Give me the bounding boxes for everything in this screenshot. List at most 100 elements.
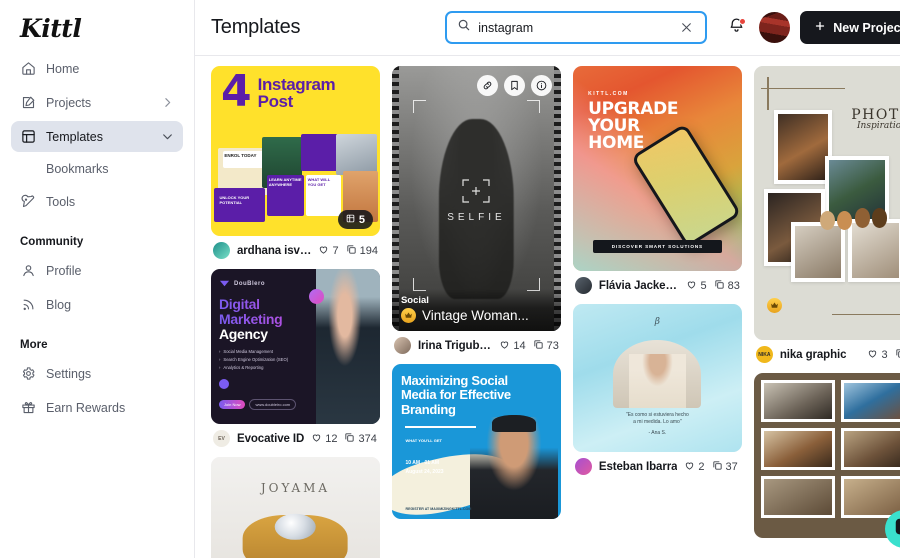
- grid-column-4: PHOTO Inspiration: [753, 66, 900, 538]
- likes-count: 5: [700, 279, 707, 292]
- card-thumbnail[interactable]: KITTL.COM UPGRADE YOUR HOME DISCOVER SMA…: [572, 66, 742, 271]
- artwork-photo-tile: [774, 109, 832, 184]
- author-name[interactable]: nika graphic: [780, 349, 847, 361]
- template-card-maximizing-social[interactable]: Maximizing Social Media for Effective Br…: [391, 364, 561, 519]
- new-project-button[interactable]: New Project: [800, 11, 900, 44]
- template-grid[interactable]: 4 Instagram Post ENROL TODAY UNLOCK YOUR …: [195, 56, 900, 558]
- likes-stat: 3: [867, 348, 888, 362]
- artwork-subtitle: Inspiration: [856, 121, 900, 132]
- author-name[interactable]: Esteban Ibarra: [599, 461, 678, 473]
- card-thumbnail[interactable]: SELFIE Social Vintage Woman...: [391, 66, 561, 331]
- link-icon[interactable]: [476, 75, 498, 96]
- author-avatar[interactable]: [213, 242, 230, 259]
- heart-icon: [867, 348, 878, 362]
- search-input[interactable]: [478, 20, 669, 35]
- template-card-brown-gallery[interactable]: [753, 373, 900, 538]
- author-name[interactable]: ardhana isvari: [237, 245, 311, 257]
- sidebar-item-label: Settings: [46, 366, 92, 381]
- author-avatar[interactable]: [574, 277, 592, 294]
- brand-logo[interactable]: Kittl: [11, 0, 183, 53]
- artwork-monogram: β: [654, 317, 660, 328]
- card-thumbnail[interactable]: β "Es como si estuviera hecho a mi medid…: [572, 304, 742, 452]
- sidebar-item-bookmarks[interactable]: Bookmarks: [11, 155, 183, 183]
- sidebar-item-projects[interactable]: Projects: [11, 87, 183, 118]
- sidebar-item-earn-rewards[interactable]: Earn Rewards: [11, 392, 183, 423]
- artwork-time: 10 AM - 01 AM: [405, 460, 439, 467]
- artwork-brown-gallery: [753, 373, 900, 538]
- author-name[interactable]: Evocative ID: [237, 433, 304, 445]
- card-thumbnail[interactable]: DouBlero Digital Marketing Agency › Socia…: [211, 269, 380, 424]
- author-avatar[interactable]: NIKA: [755, 346, 773, 363]
- sidebar-item-blog[interactable]: Blog: [11, 289, 183, 320]
- sidebar-item-label: Earn Rewards: [46, 400, 126, 415]
- artwork-quote-line2: a mi medida. Lo amo": [633, 419, 682, 426]
- artwork-label-enrol: ENROL TODAY: [222, 151, 267, 168]
- author-avatar[interactable]: [574, 458, 592, 475]
- sidebar-item-templates[interactable]: Templates: [11, 121, 183, 152]
- card-thumbnail[interactable]: Maximizing Social Media for Effective Br…: [391, 364, 561, 519]
- chevron-right-icon: [161, 96, 174, 109]
- artwork-maximizing-social: Maximizing Social Media for Effective Br…: [391, 364, 561, 519]
- artwork-quote-line1: "Es como si estuviera hecho: [625, 411, 689, 418]
- likes-count: 3: [881, 348, 888, 361]
- artwork-upgrade-home: KITTL.COM UPGRADE YOUR HOME DISCOVER SMA…: [572, 66, 742, 271]
- sidebar-item-settings[interactable]: Settings: [11, 358, 183, 389]
- artwork-title-3: Branding: [400, 401, 456, 417]
- clear-search-button[interactable]: [675, 17, 697, 39]
- sidebar-item-profile[interactable]: Profile: [11, 255, 183, 286]
- artwork-dot: [219, 379, 229, 390]
- artwork-photo-tile: [841, 428, 900, 470]
- user-icon: [20, 263, 36, 279]
- card-thumbnail[interactable]: PHOTO Inspiration: [753, 66, 900, 340]
- template-card-vintage-woman[interactable]: SELFIE Social Vintage Woman... Irina Tri…: [391, 66, 561, 354]
- template-card-esteban-quote[interactable]: β "Es como si estuviera hecho a mi medid…: [572, 304, 742, 475]
- rss-icon: [20, 297, 36, 313]
- author-avatar[interactable]: EV: [213, 430, 230, 447]
- author-name[interactable]: Flávia Jackeline: [599, 280, 680, 292]
- artwork-gem: [275, 513, 316, 540]
- author-name[interactable]: Irina Trigubova: [418, 340, 492, 352]
- sidebar: Kittl Home Projects Templates Bookmarks …: [0, 0, 195, 558]
- card-title: Vintage Woman...: [421, 308, 529, 323]
- artwork-title-2: Marketing: [219, 311, 308, 327]
- template-card-instagram-post[interactable]: 4 Instagram Post ENROL TODAY UNLOCK YOUR …: [211, 66, 380, 259]
- bookmark-icon[interactable]: [503, 75, 525, 96]
- artwork-title-1: Digital: [219, 297, 308, 312]
- artwork-bullet: Search Engine Optimization (SEO): [223, 357, 289, 363]
- sidebar-item-tools[interactable]: Tools: [11, 186, 183, 217]
- sidebar-item-home[interactable]: Home: [11, 53, 183, 84]
- grid-column-1: 4 Instagram Post ENROL TODAY UNLOCK YOUR …: [211, 66, 380, 558]
- card-thumbnail[interactable]: 4 Instagram Post ENROL TODAY UNLOCK YOUR …: [211, 66, 380, 236]
- artwork-kicker: WHAT YOU'LL GET: [405, 438, 442, 444]
- card-thumbnail[interactable]: JOYAMA: [211, 457, 380, 558]
- copies-stat: 194: [346, 244, 378, 258]
- card-hover-actions[interactable]: [476, 75, 552, 96]
- copy-icon: [533, 339, 544, 353]
- notifications-button[interactable]: [723, 15, 749, 41]
- layout-icon: [20, 129, 36, 145]
- search-bar[interactable]: [445, 11, 708, 44]
- card-thumbnail[interactable]: [753, 373, 900, 538]
- crown-icon: [400, 308, 416, 323]
- artwork-tile: [336, 134, 377, 175]
- template-card-digital-marketing[interactable]: DouBlero Digital Marketing Agency › Socia…: [211, 269, 380, 447]
- copies-stat: 18: [895, 348, 900, 362]
- artwork-title: JOYAMA: [260, 481, 331, 495]
- template-card-joyama[interactable]: JOYAMA: [211, 457, 380, 558]
- template-card-upgrade-your-home[interactable]: KITTL.COM UPGRADE YOUR HOME DISCOVER SMA…: [572, 66, 742, 294]
- artwork-photo-tile: [841, 380, 900, 422]
- artwork-photo-tile: [848, 219, 900, 283]
- top-bar: Templates Ne: [195, 0, 900, 56]
- sidebar-item-label: Blog: [46, 297, 72, 312]
- card-hover-info: Social Vintage Woman...: [391, 289, 561, 331]
- sidebar-section-more: More: [20, 339, 48, 351]
- avatar[interactable]: [759, 12, 791, 43]
- sidebar-item-label: Bookmarks: [46, 162, 109, 176]
- card-meta: Esteban Ibarra 2 37: [573, 452, 742, 475]
- info-icon[interactable]: [530, 75, 552, 96]
- sidebar-item-label: Profile: [46, 263, 82, 278]
- author-avatar[interactable]: [393, 337, 411, 354]
- artwork-cta: DISCOVER SMART SOLUTIONS: [593, 239, 722, 253]
- template-card-photo-inspiration[interactable]: PHOTO Inspiration: [753, 66, 900, 363]
- artwork-title-2: Post: [257, 92, 294, 112]
